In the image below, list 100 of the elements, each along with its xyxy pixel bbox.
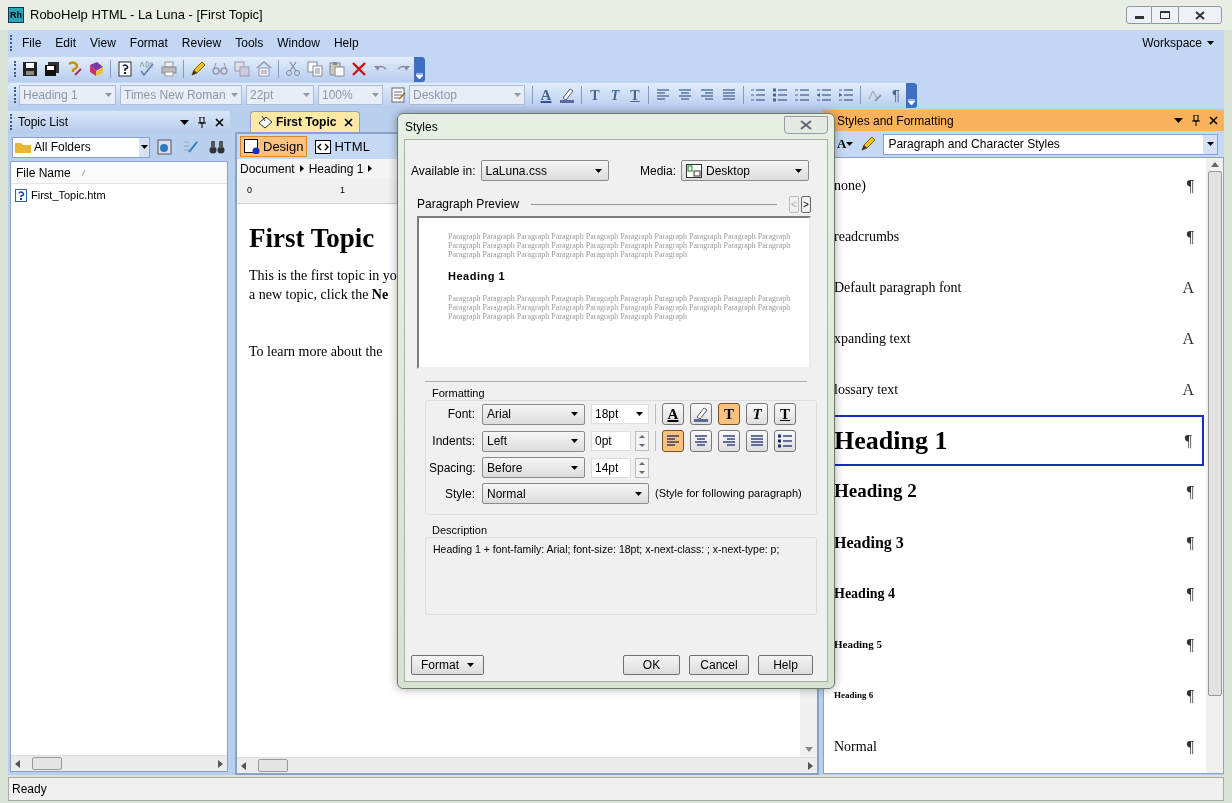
dialog-button[interactable]: Help: [758, 655, 813, 675]
field-label: Style:: [444, 485, 475, 503]
overflow-button[interactable]: [906, 82, 917, 108]
overflow-button[interactable]: [414, 56, 425, 82]
next-button[interactable]: >: [801, 195, 811, 213]
scroll-right-icon: [218, 759, 223, 768]
spin-up-icon: [639, 435, 645, 438]
caret-icon: [303, 93, 310, 97]
font-color-button[interactable]: A: [662, 403, 684, 425]
menu-item[interactable]: Help: [326, 34, 366, 52]
stylesheet-dropdown[interactable]: LaLuna.css: [480, 160, 609, 181]
paragraph-line: This is the first topic in yo: [249, 267, 397, 285]
font-dropdown[interactable]: Arial: [482, 403, 585, 425]
next-style-dropdown[interactable]: Normal: [482, 483, 649, 504]
delete-icon: [351, 61, 367, 77]
dialog-button[interactable]: Cancel: [689, 655, 749, 675]
save-all-icon: [44, 61, 60, 77]
style-type-mark: ¶: [1186, 532, 1194, 553]
style-type-mark: ¶: [1186, 226, 1194, 247]
style-item[interactable]: Heading 6 ¶: [824, 670, 1206, 721]
style-type-mark: A: [1182, 379, 1194, 400]
dropdown-icon: [180, 119, 189, 125]
align-left-button[interactable]: [662, 430, 684, 452]
spacing-dropdown[interactable]: Before: [482, 457, 585, 478]
style-item[interactable]: Normal ¶: [824, 721, 1206, 772]
media-dropdown[interactable]: Desktop: [681, 160, 809, 181]
pin-icon: [198, 116, 206, 128]
view-tab[interactable]: HTML: [311, 136, 374, 157]
spinner[interactable]: [635, 431, 649, 451]
spacing-field[interactable]: 14pt: [591, 457, 631, 478]
formatting-marks-button[interactable]: ¶: [886, 84, 906, 106]
caret-icon: [1206, 142, 1214, 146]
close-button[interactable]: [784, 115, 828, 134]
new-style-button[interactable]: A: [837, 134, 854, 154]
align-right-button[interactable]: [718, 430, 740, 452]
style-type-mark: A: [1182, 277, 1194, 298]
menu-item[interactable]: View: [83, 34, 123, 52]
workspace-menu[interactable]: Workspace: [1142, 34, 1224, 52]
style-filter-dropdown[interactable]: Paragraph and Character Styles: [883, 133, 1218, 155]
spellcheck-icon: [139, 61, 155, 77]
pane-title: Styles and Formatting: [837, 112, 954, 130]
scroll-thumb[interactable]: [32, 757, 62, 770]
pin-icon: [1192, 115, 1200, 126]
dialog-button[interactable]: Format: [411, 655, 484, 675]
indents-dropdown[interactable]: Left: [482, 430, 585, 452]
caret-icon: [571, 412, 578, 416]
menu-item[interactable]: Format: [122, 34, 175, 52]
document-tab[interactable]: First Topic: [250, 111, 361, 132]
font-color-button[interactable]: A: [536, 84, 556, 106]
bold-button[interactable]: T: [718, 403, 740, 425]
align-center-button[interactable]: [690, 430, 712, 452]
minimize-button[interactable]: [1126, 6, 1152, 24]
pages-button[interactable]: [231, 58, 253, 80]
bullet-list-icon: [777, 433, 793, 449]
caret-icon: [105, 93, 112, 97]
dropdown-icon: [1174, 118, 1183, 123]
size-dropdown[interactable]: 18pt: [591, 404, 649, 424]
bold-button[interactable]: T: [585, 84, 605, 106]
justify-button[interactable]: [746, 430, 768, 452]
breadcrumb-item[interactable]: Document: [240, 159, 295, 178]
bullets-button[interactable]: [774, 430, 796, 452]
paragraph-line: To learn more about the: [249, 343, 383, 361]
folder-dropdown[interactable]: All Folders: [12, 136, 150, 158]
scroll-thumb[interactable]: [258, 759, 288, 772]
horizontal-scrollbar[interactable]: [11, 755, 227, 771]
underline-button[interactable]: T: [774, 403, 796, 425]
copy-button[interactable]: [304, 58, 326, 80]
topic-file[interactable]: First_Topic.htm: [31, 186, 106, 204]
menu-item[interactable]: Tools: [228, 34, 271, 52]
italic-button[interactable]: T: [605, 84, 625, 106]
menu-item[interactable]: Review: [174, 34, 229, 52]
align-left-icon: [655, 87, 671, 103]
vertical-scrollbar[interactable]: [1206, 158, 1223, 773]
bulleted-list-icon: [772, 87, 788, 103]
caret-icon: [594, 168, 602, 173]
caret-icon: [635, 491, 642, 496]
horizontal-scrollbar[interactable]: [237, 757, 817, 773]
menu-item[interactable]: Edit: [48, 34, 84, 52]
print-button[interactable]: [158, 58, 180, 80]
caret-icon: [795, 168, 802, 173]
menu-item[interactable]: File: [15, 34, 49, 52]
close-button[interactable]: [1178, 6, 1222, 24]
menu-item[interactable]: Window: [270, 34, 327, 52]
dialog-title: Styles: [404, 118, 438, 136]
caret-icon: [231, 93, 238, 97]
underline-button[interactable]: T: [625, 84, 645, 106]
maximize-button[interactable]: [1152, 6, 1178, 24]
italic-button[interactable]: T: [746, 403, 768, 425]
breadcrumb-item[interactable]: Heading 1: [308, 159, 364, 178]
scroll-up-icon: [1210, 162, 1219, 167]
view-tab[interactable]: Design: [240, 136, 308, 157]
highlight-button[interactable]: [690, 403, 712, 425]
dialog-button[interactable]: OK: [623, 655, 680, 675]
scroll-thumb[interactable]: [1207, 171, 1222, 696]
spinner[interactable]: [635, 457, 649, 478]
copy-icon: [307, 61, 323, 77]
pages-icon: [234, 61, 250, 77]
close-icon: [800, 119, 812, 130]
field-label: Available in:: [411, 162, 476, 180]
indent-field[interactable]: 0pt: [591, 431, 631, 451]
